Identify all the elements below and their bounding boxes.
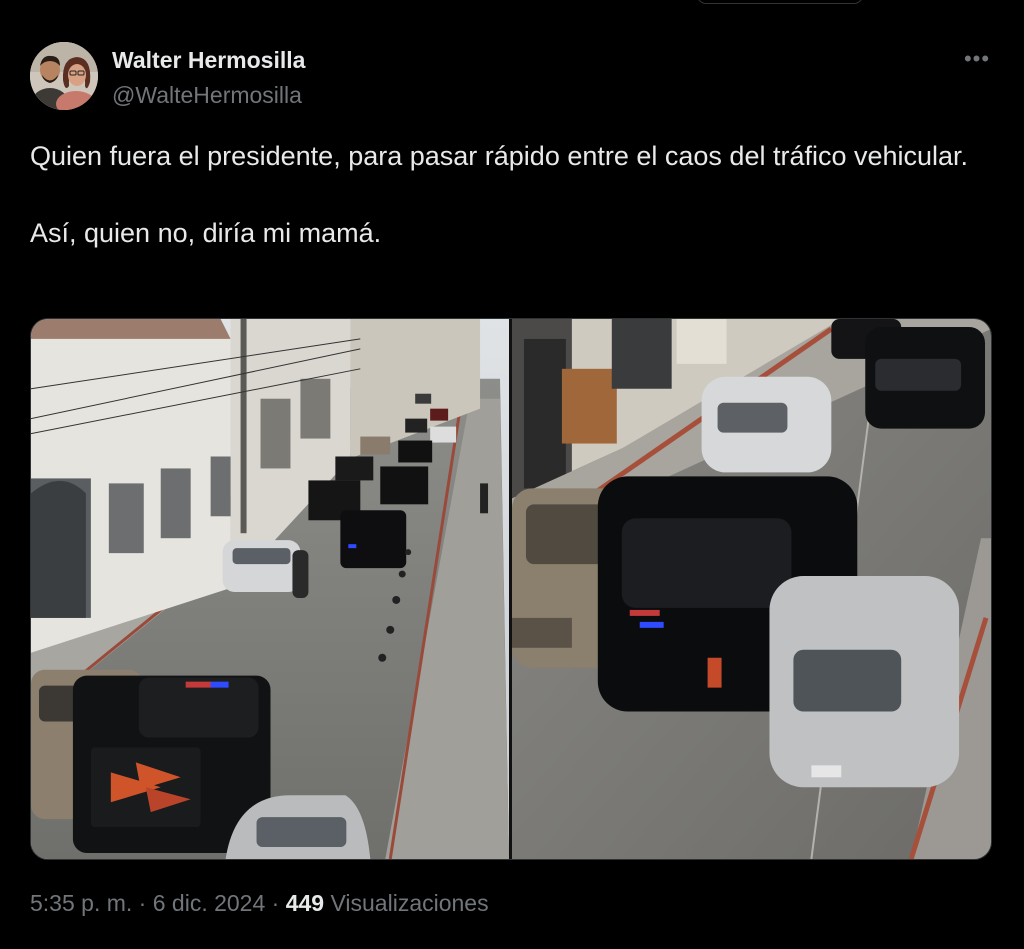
closeup-photo-image xyxy=(512,319,991,859)
views-count: 449 xyxy=(285,890,325,916)
media-grid xyxy=(30,318,992,860)
tweet-paragraph: Así, quien no, diría mi mamá. xyxy=(30,218,382,248)
avatar[interactable] xyxy=(30,42,98,110)
tweet-text: Quien fuera el presidente, para pasar rá… xyxy=(30,138,990,252)
tweet-time[interactable]: 5:35 p. m. xyxy=(30,890,132,916)
author-name[interactable]: Walter Hermosilla xyxy=(112,47,305,74)
meta-separator: · xyxy=(138,890,147,916)
author-handle[interactable]: @WalteHermosilla xyxy=(112,82,302,109)
street-photo-image xyxy=(31,319,509,859)
meta-separator: · xyxy=(271,890,280,916)
media-photo-street[interactable] xyxy=(31,319,509,859)
views-label: Visualizaciones xyxy=(330,890,489,916)
tweet-header: Walter Hermosilla @WalteHermosilla ••• xyxy=(30,42,994,112)
media-photo-closeup[interactable] xyxy=(512,319,991,859)
more-horizontal-icon[interactable]: ••• xyxy=(960,48,994,74)
tweet-date[interactable]: 6 dic. 2024 xyxy=(153,890,266,916)
tweet: Walter Hermosilla @WalteHermosilla ••• Q… xyxy=(0,0,1024,949)
tweet-paragraph: Quien fuera el presidente, para pasar rá… xyxy=(30,141,969,171)
avatar-image xyxy=(30,42,98,110)
tweet-meta: 5:35 p. m. · 6 dic. 2024 · 449 Visualiza… xyxy=(30,890,489,917)
